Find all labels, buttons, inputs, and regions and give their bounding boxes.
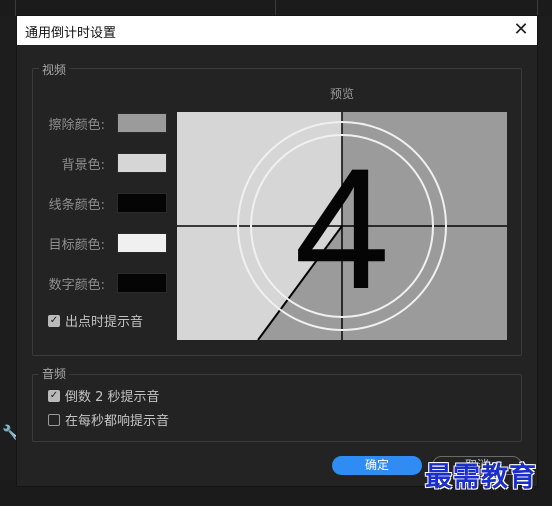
digit-color-label: 数字颜色: <box>48 278 105 293</box>
wipe-color-swatch[interactable] <box>117 113 167 133</box>
preview-digit: 4 <box>294 133 390 325</box>
target-color-swatch[interactable] <box>117 233 167 253</box>
countdown-settings-dialog: 通用倒计时设置 ✕ 视频 预览 擦除颜色: 背景色: 线条颜色: 目标颜色: 数… <box>17 16 537 486</box>
background-divider <box>275 0 276 16</box>
background-divider <box>15 0 16 16</box>
every-second-beep-checkbox[interactable] <box>48 413 60 426</box>
every-second-beep-label: 在每秒都响提示音 <box>65 414 170 429</box>
line-color-label: 线条颜色: <box>48 198 105 213</box>
ok-button[interactable]: 确定 <box>332 456 422 475</box>
line-color-swatch[interactable] <box>117 193 167 213</box>
watermark-logo: 最需教育 <box>425 462 537 493</box>
dialog-title: 通用倒计时设置 <box>25 26 117 41</box>
close-icon[interactable]: ✕ <box>511 20 531 40</box>
countdown-beep-option[interactable]: ✓ 倒数 2 秒提示音 <box>48 386 160 405</box>
background-color-swatch[interactable] <box>117 153 167 173</box>
countdown-beep-label: 倒数 2 秒提示音 <box>65 390 160 405</box>
cue-tone-option[interactable]: ✓ 出点时提示音 <box>48 311 143 330</box>
background-divider <box>537 0 538 16</box>
wipe-color-label: 擦除颜色: <box>48 118 105 133</box>
audio-group <box>32 374 522 442</box>
background-color-label: 背景色: <box>61 158 105 173</box>
every-second-beep-option[interactable]: 在每秒都响提示音 <box>48 410 169 429</box>
digit-color-swatch[interactable] <box>117 273 167 293</box>
dialog-titlebar: 通用倒计时设置 ✕ <box>17 16 537 45</box>
countdown-preview: 4 <box>177 112 507 340</box>
cue-tone-label: 出点时提示音 <box>65 315 144 330</box>
cue-tone-checkbox[interactable]: ✓ <box>48 314 60 327</box>
countdown-beep-checkbox[interactable]: ✓ <box>48 389 60 402</box>
preview-label: 预览 <box>330 87 355 101</box>
audio-group-label: 音频 <box>39 365 70 382</box>
video-group-label: 视频 <box>39 61 70 78</box>
background-panel-top <box>0 0 552 16</box>
target-color-label: 目标颜色: <box>48 238 105 253</box>
